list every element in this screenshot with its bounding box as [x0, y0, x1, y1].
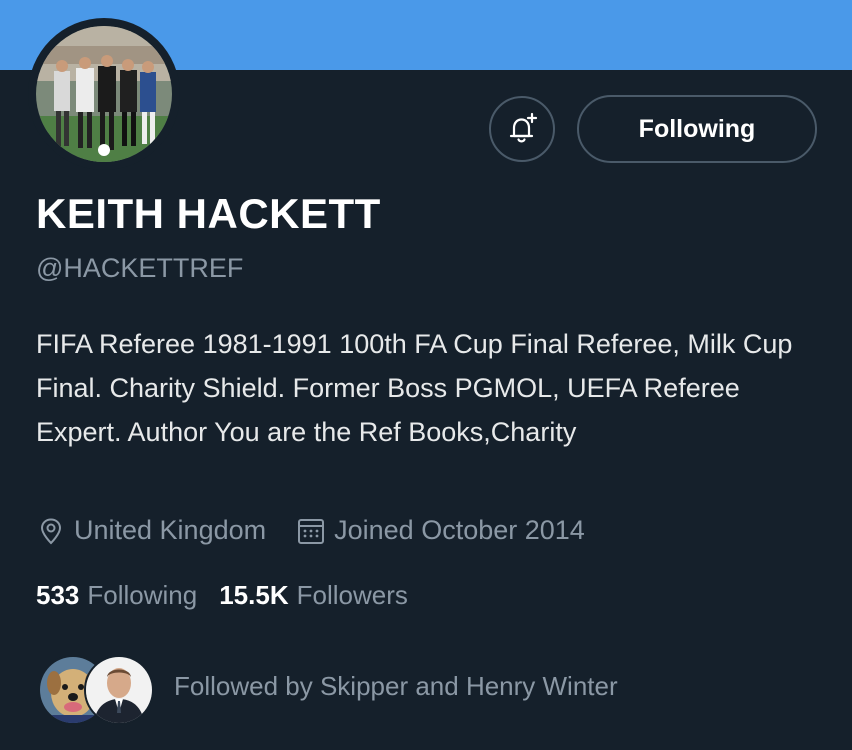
notifications-button[interactable] — [489, 96, 555, 162]
followers-link[interactable]: 15.5K Followers — [219, 580, 408, 611]
bell-plus-icon — [509, 112, 538, 143]
avatar[interactable] — [36, 26, 172, 162]
avatar-photo — [36, 26, 172, 162]
followers-label: Followers — [296, 580, 408, 610]
joined-text: Joined October 2014 — [334, 515, 585, 545]
profile-bio: FIFA Referee 1981-1991 100th FA Cup Fina… — [36, 329, 793, 447]
followed-by-row[interactable]: Followed by Skipper and Henry Winter — [38, 655, 818, 725]
following-link[interactable]: 533 Following — [36, 580, 197, 611]
followers-count: 15.5K — [219, 580, 289, 610]
follow-stats: 533 Following 15.5K Followers — [36, 580, 408, 611]
following-count: 533 — [36, 580, 80, 610]
profile-meta: United Kingdom Joined October 2014 — [36, 515, 585, 546]
following-label: Following — [87, 580, 198, 610]
following-button[interactable]: Following — [577, 95, 817, 163]
location: United Kingdom — [36, 515, 266, 546]
location-pin-icon — [40, 517, 62, 544]
follower-avatar-henry-winter — [84, 655, 154, 725]
profile-name: KEITH HACKETT — [36, 190, 381, 237]
joined-date: Joined October 2014 — [296, 515, 585, 546]
followed-by-text: Followed by Skipper and Henry Winter — [174, 671, 618, 701]
location-text: United Kingdom — [74, 515, 267, 545]
calendar-icon — [298, 518, 325, 544]
man-avatar-image — [86, 657, 152, 723]
profile-handle: @HACKETTREF — [36, 253, 244, 283]
